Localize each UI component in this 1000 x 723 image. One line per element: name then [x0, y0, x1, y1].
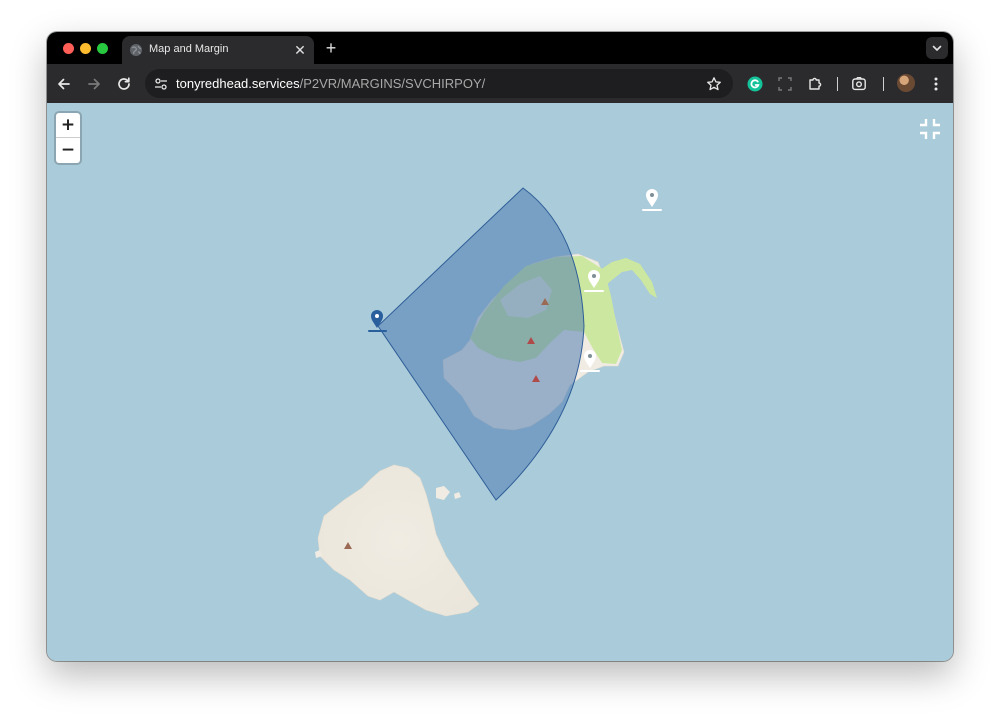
star-icon — [706, 76, 721, 90]
south-island — [317, 464, 480, 617]
tab-search-button[interactable] — [926, 37, 948, 59]
toolbar-divider — [837, 77, 838, 91]
site-info-button[interactable] — [151, 74, 170, 93]
toolbar-divider — [883, 77, 884, 91]
map-view[interactable]: + − — [47, 103, 953, 661]
url-host: tonyredhead.services — [176, 76, 300, 91]
islet — [454, 492, 461, 499]
fullscreen-exit-icon — [920, 119, 940, 139]
bookmark-button[interactable] — [705, 75, 722, 92]
new-tab-button[interactable]: + — [322, 39, 340, 57]
minimize-window-button[interactable] — [80, 43, 91, 54]
browser-window: Map and Margin ✕ + tonyredhead.services/… — [47, 32, 953, 661]
maximize-window-button[interactable] — [97, 43, 108, 54]
reload-button[interactable] — [113, 73, 135, 95]
tab-close-icon[interactable]: ✕ — [292, 42, 308, 58]
url-text[interactable]: tonyredhead.services/P2VR/MARGINS/SVCHIR… — [176, 76, 485, 91]
globe-icon — [130, 44, 142, 56]
screenshot-icon — [778, 77, 792, 91]
zoom-out-button[interactable]: − — [56, 138, 80, 163]
tune-icon — [154, 77, 167, 90]
map-canvas[interactable] — [47, 103, 953, 661]
puzzle-icon — [809, 77, 822, 90]
tab-title: Map and Margin — [149, 43, 229, 55]
lens-icon — [852, 76, 866, 91]
fullscreen-exit-button[interactable] — [918, 117, 942, 141]
forward-button[interactable] — [83, 73, 105, 95]
kebab-menu-icon — [934, 77, 938, 91]
grammarly-extension-button[interactable] — [744, 73, 766, 95]
address-bar[interactable]: tonyredhead.services/P2VR/MARGINS/SVCHIR… — [145, 69, 733, 98]
margin-sector[interactable] — [377, 187, 585, 501]
zoom-control: + − — [56, 113, 80, 163]
lens-button[interactable] — [848, 73, 870, 95]
zoom-in-button[interactable]: + — [56, 113, 80, 138]
chevron-down-icon — [932, 45, 942, 51]
url-path: /P2VR/MARGINS/SVCHIRPOY/ — [299, 76, 486, 91]
screenshot-extension-button[interactable] — [774, 73, 796, 95]
tab-strip: Map and Margin ✕ + — [47, 32, 953, 64]
location-marker[interactable] — [642, 189, 662, 211]
arrow-left-icon — [58, 78, 70, 90]
islet — [436, 486, 450, 500]
browser-menu-button[interactable] — [925, 73, 947, 95]
profile-avatar[interactable] — [897, 74, 915, 92]
browser-toolbar: tonyredhead.services/P2VR/MARGINS/SVCHIR… — [47, 64, 953, 103]
close-window-button[interactable] — [63, 43, 74, 54]
grammarly-icon — [747, 76, 763, 92]
arrow-right-icon — [88, 78, 100, 90]
reload-icon — [118, 77, 130, 90]
extensions-button[interactable] — [804, 73, 826, 95]
back-button[interactable] — [53, 73, 75, 95]
tab-map-and-margin[interactable]: Map and Margin ✕ — [122, 36, 314, 64]
